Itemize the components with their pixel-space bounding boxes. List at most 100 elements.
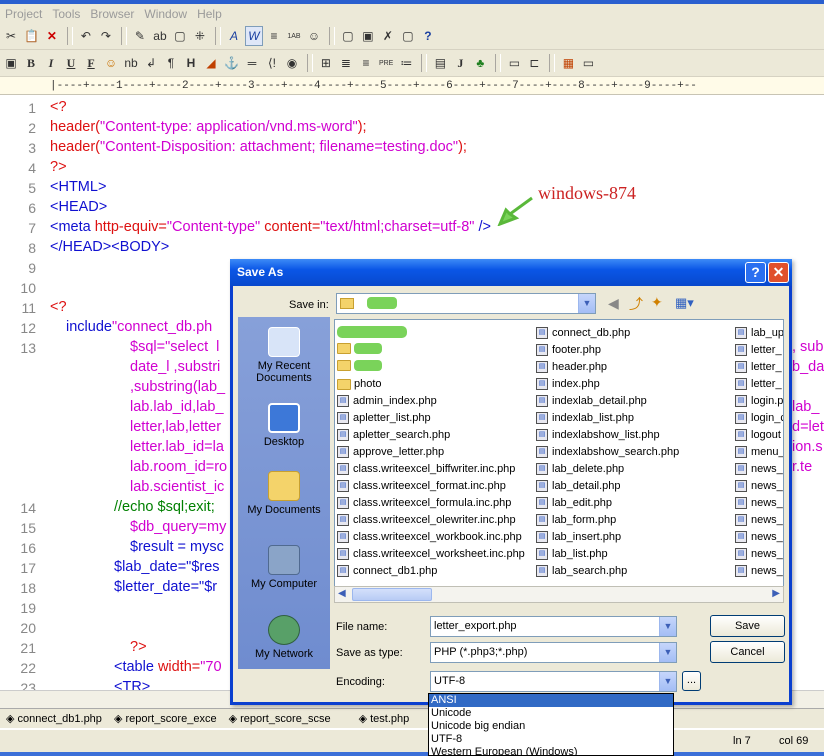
file-list-scrollbar[interactable]: ◀ ▶	[334, 586, 784, 603]
scroll-left-icon[interactable]: ◀	[338, 588, 346, 599]
save-button[interactable]: Save	[710, 615, 785, 637]
anchor-icon[interactable]: ⚓	[222, 53, 241, 73]
font-icon[interactable]: A	[225, 26, 243, 46]
encoding-select[interactable]: UTF-8 ▼	[430, 671, 677, 692]
frame-tag-icon[interactable]: ▭	[505, 53, 523, 73]
redo-icon[interactable]: ↷	[97, 26, 115, 46]
views-menu-icon[interactable]: ▦▾	[675, 295, 694, 311]
list-item[interactable]: ▤ indexlab_detail.php	[536, 393, 647, 409]
justify-icon[interactable]: ≡	[357, 53, 375, 73]
list-item[interactable]	[337, 340, 382, 356]
list-item[interactable]: ▤ lab_detail.php	[536, 478, 621, 494]
list-item[interactable]: ▤ letter_	[735, 359, 782, 375]
encoding-dropdown-list[interactable]: ANSI Unicode Unicode big endian UTF-8 We…	[428, 693, 674, 756]
help-icon[interactable]: ?	[419, 26, 437, 46]
list-item[interactable]: ▤ logout	[735, 427, 781, 443]
bold-icon[interactable]: B	[22, 53, 40, 73]
list-item[interactable]: ▤ login_c	[735, 410, 783, 426]
cut-icon[interactable]: ✂	[2, 26, 20, 46]
list-item[interactable]: ▤ class.writeexcel_biffwriter.inc.php	[337, 461, 515, 477]
word-wrap-icon[interactable]: W	[244, 26, 263, 46]
list-item[interactable]: ▤ index.php	[536, 376, 600, 392]
menu-browser[interactable]: Browser	[85, 7, 139, 21]
encoding-option-utf8[interactable]: UTF-8	[429, 733, 673, 746]
place-my-recent-documents[interactable]: My Recent Documents	[238, 327, 330, 384]
list-item[interactable]: ▤ footer.php	[536, 342, 601, 358]
place-my-network[interactable]: My Network	[238, 615, 330, 660]
list-item[interactable]: ▤ news_	[735, 478, 783, 494]
list-item[interactable]: ▤ lab_search.php	[536, 563, 627, 579]
scrollbar-thumb[interactable]	[352, 588, 432, 601]
list-item[interactable]: ▤ lab_form.php	[536, 512, 616, 528]
list-item[interactable]: ▤ news_	[735, 529, 783, 545]
list-item[interactable]: ▤ news_	[735, 546, 783, 562]
dialog-close-button[interactable]: ✕	[768, 262, 789, 283]
smiley-icon[interactable]: ☺	[102, 53, 120, 73]
file-name-input[interactable]: letter_export.php ▼	[430, 616, 677, 637]
list-item[interactable]: ▤ lab_delete.php	[536, 461, 624, 477]
place-my-documents[interactable]: My Documents	[238, 471, 330, 516]
list-item[interactable]: ▤ class.writeexcel_worksheet.inc.php	[337, 546, 525, 562]
menu-help[interactable]: Help	[192, 7, 227, 21]
tab-report-score-excel[interactable]: ◈ report_score_exce	[108, 712, 223, 725]
tab-connect-db1[interactable]: ◈ connect_db1.php	[0, 712, 108, 725]
center-icon[interactable]: ≣	[337, 53, 355, 73]
list-item[interactable]: ▤ letter_	[735, 376, 782, 392]
back-icon[interactable]: ◀	[608, 295, 619, 312]
list-item[interactable]: ▤ connect_db.php	[536, 325, 630, 341]
break-icon[interactable]: ↲	[142, 53, 160, 73]
form-icon[interactable]: ▤	[431, 53, 449, 73]
list-item[interactable]: ▤ news_	[735, 563, 783, 579]
encoding-option-unicode[interactable]: Unicode	[429, 707, 673, 720]
list-item[interactable]: ▤ news_	[735, 495, 783, 511]
list-item[interactable]: ▤ apletter_search.php	[337, 427, 450, 443]
preview-icon[interactable]: ▭	[579, 53, 597, 73]
list-item[interactable]: ▤ lab_up	[735, 325, 783, 341]
spell-icon[interactable]: ab	[151, 26, 169, 46]
list-item[interactable]: ▤ login.p	[735, 393, 783, 409]
frame-icon[interactable]: ▣	[359, 26, 377, 46]
list-item[interactable]: ▤ indexlab_list.php	[536, 410, 634, 426]
cancel-button[interactable]: Cancel	[710, 641, 785, 663]
list-item[interactable]: ▤ menu_	[735, 444, 783, 460]
list-item[interactable]: ▤ class.writeexcel_formula.inc.php	[337, 495, 511, 511]
list-item[interactable]: ▤ admin_index.php	[337, 393, 437, 409]
list-item[interactable]: ▤ class.writeexcel_format.inc.php	[337, 478, 506, 494]
list-item[interactable]: ▤ indexlabshow_search.php	[536, 444, 679, 460]
list-icon[interactable]: ≔	[397, 53, 415, 73]
list-item[interactable]	[337, 357, 382, 373]
chevron-down-icon[interactable]: ▼	[659, 617, 676, 636]
paragraph-icon[interactable]: ¶	[162, 53, 180, 73]
scroll-right-icon[interactable]: ▶	[772, 588, 780, 599]
list-item[interactable]: ▤ connect_db1.php	[337, 563, 437, 579]
sort-icon[interactable]: 1AB	[285, 26, 303, 46]
up-folder-icon[interactable]: ⤴	[629, 294, 643, 314]
edit-icon[interactable]: ✎	[131, 26, 149, 46]
table-icon[interactable]: ⊞	[317, 53, 335, 73]
tab-report-score-scse[interactable]: ◈ report_score_scse	[223, 712, 337, 725]
new-folder-icon[interactable]: ✦	[651, 294, 663, 311]
list-item[interactable]: ▤ news_	[735, 512, 783, 528]
align-icon[interactable]: ≡	[265, 26, 283, 46]
javascript-icon[interactable]: J	[451, 53, 469, 73]
underline-icon[interactable]: U	[62, 53, 80, 73]
chevron-down-icon[interactable]: ▼	[659, 643, 676, 662]
menu-tools[interactable]: Tools	[47, 7, 85, 21]
color-grid-icon[interactable]: ▦	[559, 53, 577, 73]
list-item[interactable]: ▤ header.php	[536, 359, 607, 375]
list-item[interactable]: ▤ letter_	[735, 342, 782, 358]
list-item[interactable]: ▤ indexlabshow_list.php	[536, 427, 660, 443]
list-item[interactable]: ▤ lab_edit.php	[536, 495, 612, 511]
layer-icon[interactable]: ⊏	[525, 53, 543, 73]
user-icon[interactable]: ☺	[305, 26, 323, 46]
menu-project[interactable]: Project	[0, 7, 47, 21]
paste-icon[interactable]: 📋	[22, 26, 41, 46]
encoding-option-unicode-big-endian[interactable]: Unicode big endian	[429, 720, 673, 733]
heading-icon[interactable]: H	[182, 53, 200, 73]
encoding-options-button[interactable]: ...	[682, 671, 701, 691]
tab-test[interactable]: ◈ test.php	[353, 712, 416, 725]
place-my-computer[interactable]: My Computer	[238, 545, 330, 590]
delete-icon[interactable]: ✕	[43, 26, 61, 46]
image-icon[interactable]: ◢	[202, 53, 220, 73]
close-file-icon[interactable]: ✗	[379, 26, 397, 46]
